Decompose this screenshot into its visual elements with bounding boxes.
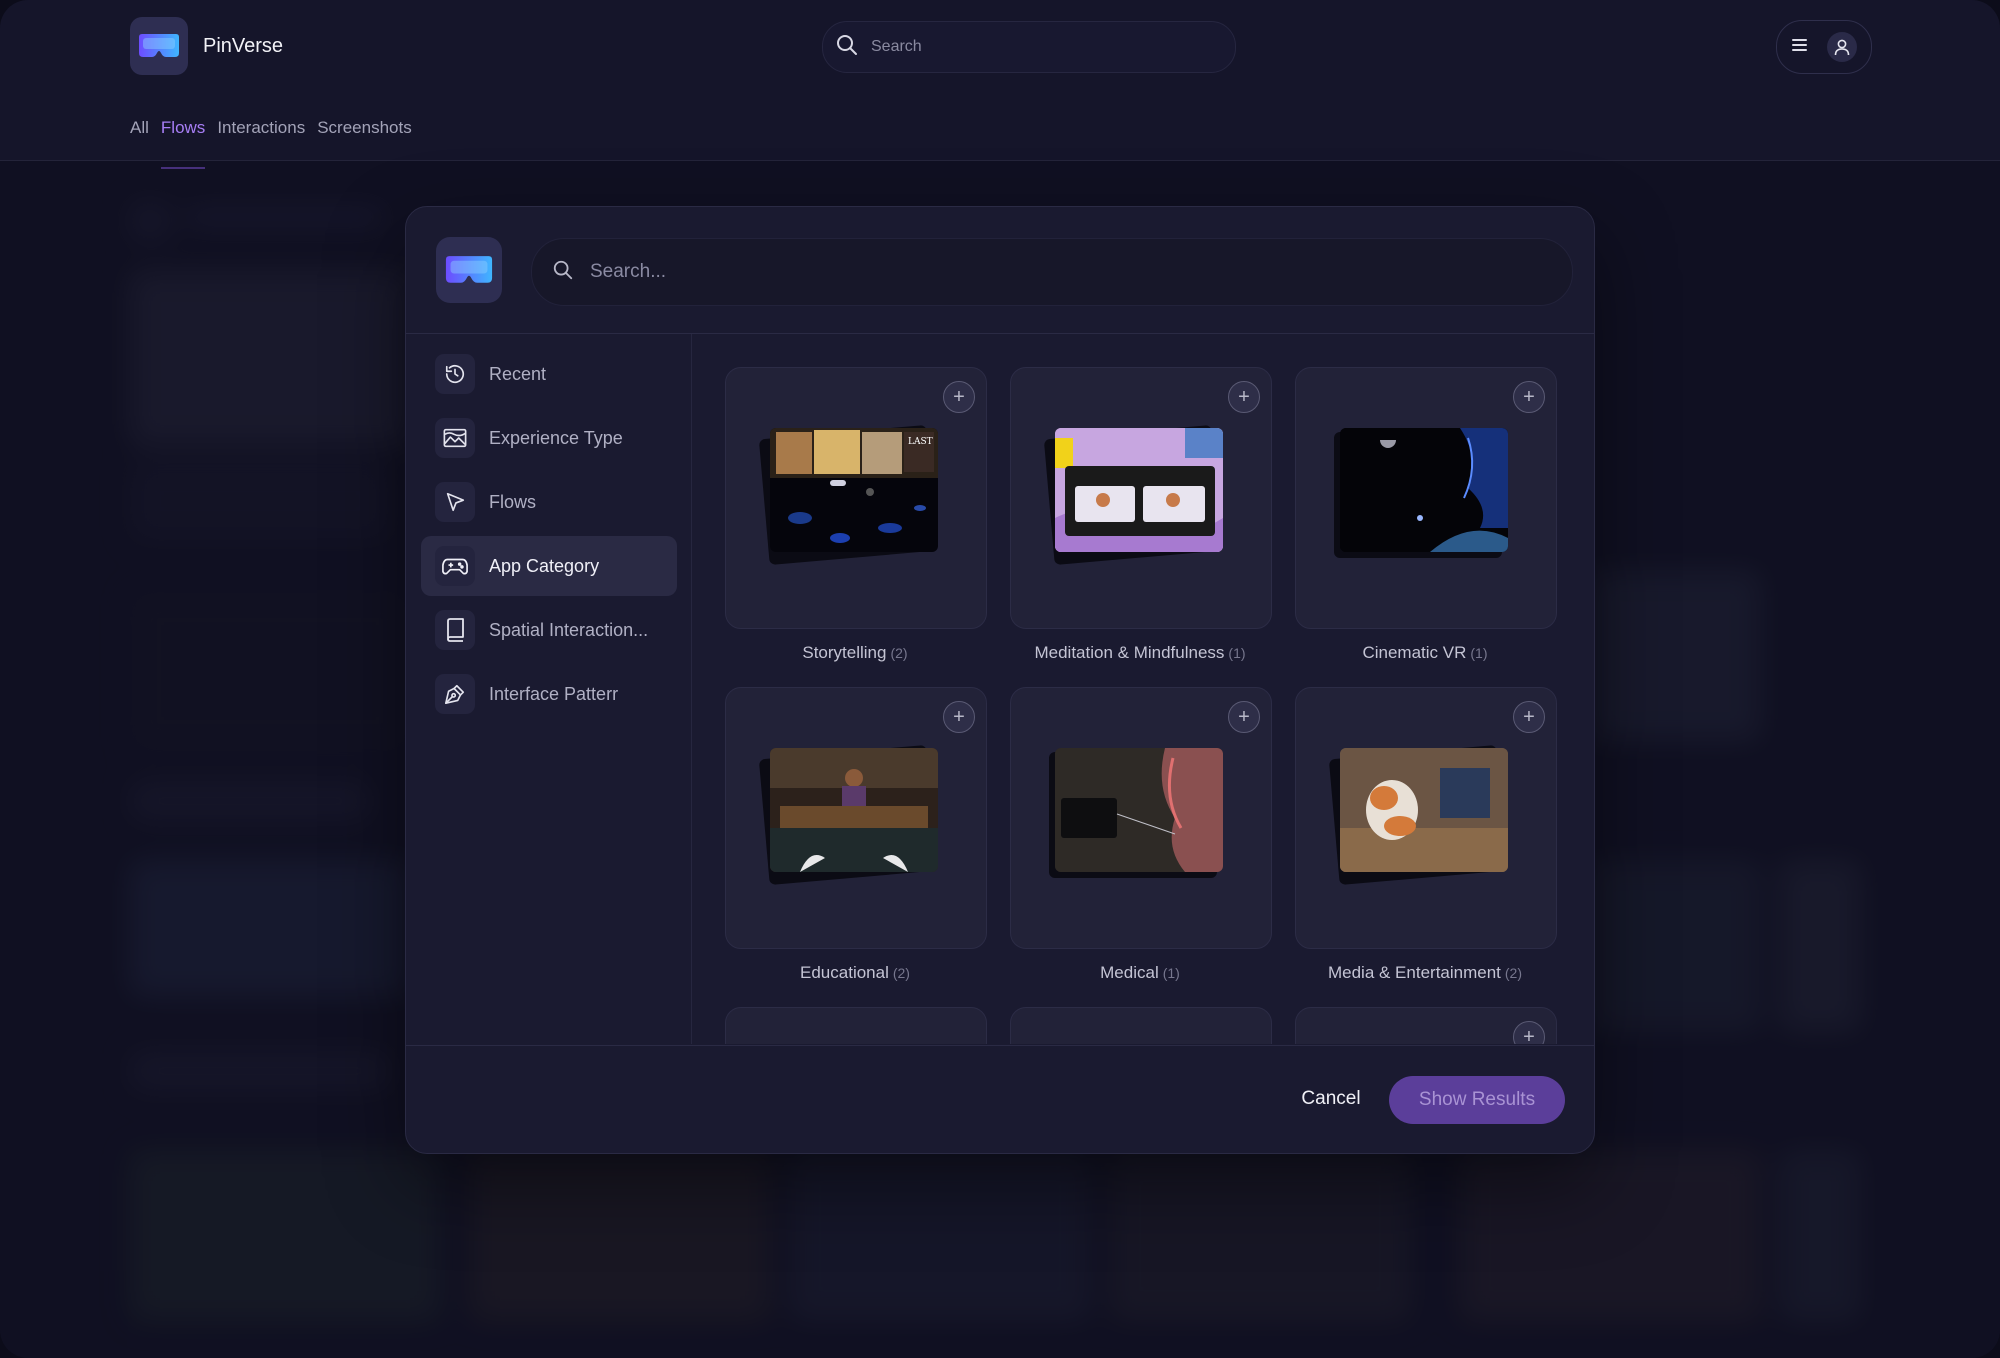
vr-headset-icon: [130, 17, 188, 75]
sidebar-item-spatial-interaction[interactable]: Spatial Interaction...: [421, 600, 677, 660]
card-thumbnail-frame: +: [1295, 367, 1557, 629]
brand[interactable]: PinVerse: [130, 17, 283, 75]
modal-footer: Cancel Show Results: [406, 1045, 1594, 1153]
sidebar-item-label: Flows: [489, 491, 537, 512]
book-icon: [435, 610, 475, 650]
tab-flows[interactable]: Flows: [160, 118, 206, 169]
card-thumbnail-frame: +: [1295, 1007, 1557, 1044]
sidebar-item-label: Interface Patterr: [489, 683, 619, 704]
category-card-label: Medical (1): [1100, 963, 1180, 982]
search-icon: [552, 259, 574, 286]
history-icon: [435, 354, 475, 394]
sidebar-item-recent[interactable]: Recent: [421, 344, 677, 404]
sidebar-item-label: Spatial Interaction...: [489, 619, 649, 640]
add-icon[interactable]: +: [1513, 1021, 1545, 1044]
category-grid: + LAST Storytelling (2) + Meditation & M…: [692, 334, 1594, 1044]
tab-screenshots[interactable]: Screenshots: [317, 118, 412, 138]
landscape-image-icon: [435, 418, 475, 458]
show-results-button[interactable]: Show Results: [1389, 1076, 1565, 1124]
global-search-bar[interactable]: [822, 21, 1236, 73]
last-text: LAST: [908, 437, 933, 447]
sidebar-item-label: Recent: [489, 363, 547, 384]
search-icon: [835, 33, 859, 62]
category-count: (2): [892, 965, 910, 981]
category-count: (2): [1504, 965, 1523, 981]
category-card-partial[interactable]: [1010, 1007, 1272, 1044]
card-thumbnail-frame: + LAST: [725, 367, 987, 629]
cinematic-thumbnail: [1340, 428, 1508, 552]
sidebar-item-label: Experience Type: [489, 427, 623, 448]
category-card-educational[interactable]: + Educational (2): [725, 687, 987, 983]
medical-thumbnail: [1055, 748, 1223, 872]
add-icon[interactable]: +: [1228, 701, 1260, 733]
add-icon[interactable]: +: [943, 381, 975, 413]
category-card-label: Media & Entertainment (2): [1327, 963, 1523, 982]
category-count: (2): [890, 645, 908, 661]
global-search-input[interactable]: [869, 37, 1193, 57]
modal-search-bar[interactable]: [531, 238, 1573, 306]
category-card-label: Educational (2): [800, 963, 910, 982]
add-icon[interactable]: +: [943, 701, 975, 733]
add-icon[interactable]: +: [1513, 381, 1545, 413]
category-card-partial[interactable]: [725, 1007, 987, 1044]
app-name: PinVerse: [203, 34, 284, 57]
category-count: (1): [1228, 645, 1246, 661]
card-thumbnail-frame: +: [1010, 367, 1272, 629]
category-card-label: Cinematic VR (1): [1362, 643, 1488, 662]
category-card-label: Meditation & Mindfulness (1): [1034, 643, 1246, 662]
tab-all[interactable]: All: [130, 118, 149, 138]
category-card-cinematic-vr[interactable]: + Cinematic VR (1): [1295, 367, 1557, 663]
category-count: (1): [1470, 645, 1488, 661]
category-count: (1): [1162, 965, 1180, 981]
card-thumbnail-frame: +: [1010, 687, 1272, 949]
sidebar-item-flows[interactable]: Flows: [421, 472, 677, 532]
content-tabs: All Flows Interactions Screenshots: [130, 118, 412, 169]
filter-sidebar: Recent Experience Type Flows App Categor…: [406, 334, 692, 1044]
tab-interactions[interactable]: Interactions: [217, 118, 305, 138]
add-icon[interactable]: +: [1228, 381, 1260, 413]
sidebar-item-label: App Category: [489, 555, 600, 576]
cursor-pointer-icon: [435, 482, 475, 522]
educational-thumbnail: [770, 748, 938, 872]
modal-header: [406, 207, 1594, 334]
category-card-media-entertainment[interactable]: + Media & Entertainment (2): [1295, 687, 1557, 983]
card-thumbnail-frame: [725, 1007, 987, 1044]
meditation-thumbnail: [1055, 428, 1223, 552]
hamburger-menu-icon[interactable]: [1791, 38, 1809, 57]
cancel-button[interactable]: Cancel: [1276, 1076, 1386, 1122]
filter-modal: Recent Experience Type Flows App Categor…: [405, 206, 1595, 1154]
card-thumbnail-frame: +: [725, 687, 987, 949]
category-card-label: Storytelling (2): [802, 643, 908, 662]
modal-search-input[interactable]: [588, 260, 1492, 284]
account-menu-button[interactable]: [1776, 20, 1872, 74]
category-card-meditation[interactable]: + Meditation & Mindfulness (1): [1010, 367, 1272, 663]
add-icon[interactable]: +: [1513, 701, 1545, 733]
pen-tool-icon: [435, 674, 475, 714]
vr-headset-icon: [436, 237, 502, 303]
card-thumbnail-frame: +: [1295, 687, 1557, 949]
sidebar-item-interface-patterns[interactable]: Interface Patterr: [421, 664, 677, 724]
media-thumbnail: [1340, 748, 1508, 872]
card-thumbnail-frame: [1010, 1007, 1272, 1044]
category-card-storytelling[interactable]: + LAST Storytelling (2): [725, 367, 987, 663]
storytelling-thumbnail: LAST: [770, 428, 938, 552]
sidebar-item-app-category[interactable]: App Category: [421, 536, 677, 596]
category-card-medical[interactable]: + Medical (1): [1010, 687, 1272, 983]
user-icon[interactable]: [1827, 32, 1857, 62]
sidebar-item-experience-type[interactable]: Experience Type: [421, 408, 677, 468]
top-bar: PinVerse All Flows Interactions Screensh…: [0, 0, 2000, 169]
category-card-partial[interactable]: +: [1295, 1007, 1557, 1044]
gamepad-icon: [435, 546, 475, 586]
app-window: PinVerse All Flows Interactions Screensh…: [0, 0, 2000, 1358]
